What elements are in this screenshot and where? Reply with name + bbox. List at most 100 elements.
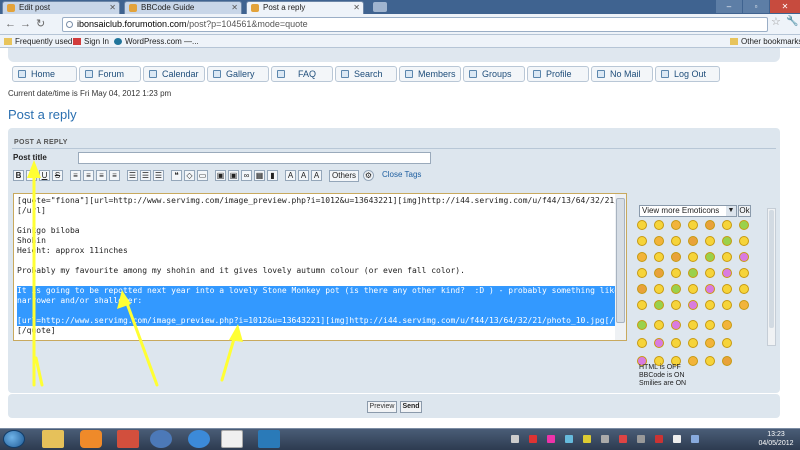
emoticon-icon[interactable] bbox=[671, 300, 681, 310]
emoticon-icon[interactable] bbox=[671, 268, 681, 278]
font-size-icon[interactable]: A bbox=[285, 170, 296, 181]
tray-icon[interactable] bbox=[619, 435, 627, 443]
emoticon-icon[interactable] bbox=[654, 300, 664, 310]
bold-button[interactable]: B bbox=[13, 170, 24, 181]
nav-profile[interactable]: Profile bbox=[527, 66, 589, 82]
tray-icon[interactable] bbox=[547, 435, 555, 443]
emoticon-icon[interactable] bbox=[705, 356, 715, 366]
other-bookmarks[interactable]: Other bookmarks bbox=[730, 36, 800, 47]
emoticon-icon[interactable] bbox=[671, 252, 681, 262]
explorer-icon[interactable] bbox=[42, 430, 64, 448]
close-window-icon[interactable]: ✕ bbox=[770, 0, 800, 13]
align-left-icon[interactable]: ≡ bbox=[70, 170, 81, 181]
emoticon-icon[interactable] bbox=[705, 338, 715, 348]
emoticon-icon[interactable] bbox=[722, 338, 732, 348]
browser-tab[interactable]: Edit post ✕ bbox=[2, 1, 120, 14]
emoticon-icon[interactable] bbox=[637, 268, 647, 278]
browser-tab[interactable]: BBCode Guide ✕ bbox=[124, 1, 242, 14]
image-icon[interactable]: ▣ bbox=[215, 170, 226, 181]
emoticon-icon[interactable] bbox=[637, 300, 647, 310]
nav-search[interactable]: Search bbox=[335, 66, 397, 82]
emoticon-icon[interactable] bbox=[705, 268, 715, 278]
emoticon-icon[interactable] bbox=[688, 284, 698, 294]
emoticon-scrollbar[interactable] bbox=[767, 208, 776, 346]
back-icon[interactable]: ← bbox=[5, 18, 16, 31]
nav-forum[interactable]: Forum bbox=[79, 66, 141, 82]
highlight-icon[interactable]: ▮ bbox=[267, 170, 278, 181]
emoticon-icon[interactable] bbox=[739, 252, 749, 262]
emoticon-icon[interactable] bbox=[688, 236, 698, 246]
underline-button[interactable]: U bbox=[39, 170, 50, 181]
emoticon-icon[interactable] bbox=[671, 284, 681, 294]
emoticon-icon[interactable] bbox=[688, 320, 698, 330]
strike-button[interactable]: S bbox=[52, 170, 63, 181]
start-button[interactable] bbox=[3, 430, 25, 448]
address-bar[interactable]: ibonsaiclub.forumotion.com/post?p=104561… bbox=[62, 17, 768, 32]
emoticon-icon[interactable] bbox=[637, 220, 647, 230]
indent-icon[interactable]: ☰ bbox=[153, 170, 164, 181]
hp-icon[interactable] bbox=[150, 430, 172, 448]
emoticon-scrollbar-thumb[interactable] bbox=[769, 210, 774, 328]
minimize-icon[interactable]: – bbox=[716, 0, 742, 13]
bookmark-star-icon[interactable]: ☆ bbox=[771, 15, 781, 28]
textarea-scrollbar-thumb[interactable] bbox=[616, 198, 625, 323]
bookmark-item[interactable]: WordPress.com —... bbox=[114, 36, 199, 47]
nav-log-out[interactable]: Log Out bbox=[655, 66, 720, 82]
emoticon-icon[interactable] bbox=[637, 338, 647, 348]
maximize-icon[interactable]: ▫ bbox=[743, 0, 769, 13]
emoticon-icon[interactable] bbox=[688, 338, 698, 348]
emoticon-icon[interactable] bbox=[654, 236, 664, 246]
link-icon[interactable]: ∞ bbox=[241, 170, 252, 181]
align-right-icon[interactable]: ≡ bbox=[96, 170, 107, 181]
nav-home[interactable]: Home bbox=[12, 66, 77, 82]
clock[interactable]: 13:23 04/05/2012 bbox=[754, 430, 798, 448]
tray-icon[interactable] bbox=[583, 435, 591, 443]
nav-gallery[interactable]: Gallery bbox=[207, 66, 269, 82]
emoticon-icon[interactable] bbox=[722, 236, 732, 246]
emoticon-icon[interactable] bbox=[654, 220, 664, 230]
emoticon-icon[interactable] bbox=[637, 320, 647, 330]
emoticon-icon[interactable] bbox=[654, 320, 664, 330]
emoticon-icon[interactable] bbox=[722, 252, 732, 262]
browser-tab-active[interactable]: Post a reply ✕ bbox=[246, 1, 364, 14]
close-tab-icon[interactable]: ✕ bbox=[109, 2, 116, 14]
chrome-icon[interactable] bbox=[221, 430, 243, 448]
emoticon-icon[interactable] bbox=[739, 220, 749, 230]
close-tab-icon[interactable]: ✕ bbox=[231, 2, 238, 14]
paint-shop-icon[interactable] bbox=[258, 430, 280, 448]
tray-icon[interactable] bbox=[529, 435, 537, 443]
spoiler-icon[interactable]: ▭ bbox=[197, 170, 208, 181]
emoticon-icon[interactable] bbox=[722, 268, 732, 278]
emoticon-icon[interactable] bbox=[654, 268, 664, 278]
close-tags-link[interactable]: Close Tags bbox=[382, 170, 421, 179]
quote-icon[interactable]: ❝ bbox=[171, 170, 182, 181]
font-color-icon[interactable]: A bbox=[311, 170, 322, 181]
align-justify-icon[interactable]: ≡ bbox=[109, 170, 120, 181]
emoticons-select[interactable]: View more Emoticons ▼ bbox=[639, 205, 737, 217]
emoticon-icon[interactable] bbox=[637, 284, 647, 294]
preview-button[interactable]: Preview bbox=[367, 401, 397, 413]
bookmark-item[interactable]: Frequently used bbox=[4, 36, 72, 47]
media-icon[interactable] bbox=[117, 430, 139, 448]
settings-icon[interactable]: ⚙ bbox=[363, 170, 374, 181]
emoticon-icon[interactable] bbox=[654, 284, 664, 294]
emoticon-icon[interactable] bbox=[722, 320, 732, 330]
align-center-icon[interactable]: ≡ bbox=[83, 170, 94, 181]
font-face-icon[interactable]: A bbox=[298, 170, 309, 181]
tray-icon[interactable] bbox=[511, 435, 519, 443]
message-textarea[interactable]: [quote="fiona"][url=http://www.servimg.c… bbox=[13, 193, 627, 341]
code-icon[interactable]: ◇ bbox=[184, 170, 195, 181]
tray-icon[interactable] bbox=[673, 435, 681, 443]
emoticon-icon[interactable] bbox=[739, 300, 749, 310]
nav-faq[interactable]: FAQ bbox=[271, 66, 333, 82]
emoticon-icon[interactable] bbox=[654, 252, 664, 262]
post-title-input[interactable] bbox=[78, 152, 431, 164]
emoticon-icon[interactable] bbox=[705, 252, 715, 262]
nav-groups[interactable]: Groups bbox=[463, 66, 525, 82]
emoticon-icon[interactable] bbox=[671, 236, 681, 246]
forward-icon[interactable]: → bbox=[20, 18, 31, 31]
emoticon-icon[interactable] bbox=[722, 220, 732, 230]
emoticon-icon[interactable] bbox=[705, 284, 715, 294]
emoticon-icon[interactable] bbox=[705, 300, 715, 310]
emoticons-ok-button[interactable]: Ok bbox=[738, 205, 751, 217]
